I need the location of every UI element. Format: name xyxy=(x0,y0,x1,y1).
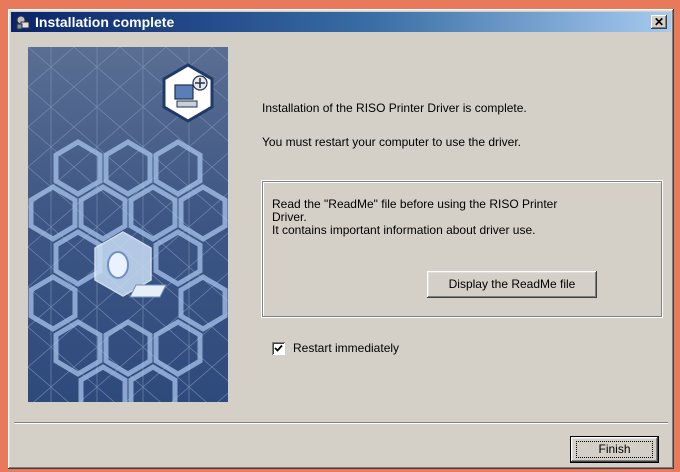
installation-dialog: Installation complete ✕ Installation of … xyxy=(8,9,674,469)
readme-line-3: It contains important information about … xyxy=(272,223,536,237)
computer-plus-icon xyxy=(162,63,214,123)
restart-checkbox-label[interactable]: Restart immediately xyxy=(293,341,399,355)
close-icon: ✕ xyxy=(653,15,665,29)
setup-icon xyxy=(16,15,30,30)
finish-button-label: Finish xyxy=(598,442,631,456)
install-complete-message: Installation of the RISO Printer Driver … xyxy=(262,101,527,115)
footer-divider xyxy=(14,422,668,424)
side-illustration xyxy=(28,47,228,402)
checkmark-icon xyxy=(274,344,283,352)
close-button[interactable]: ✕ xyxy=(651,15,667,29)
hexagon-pattern xyxy=(28,47,228,402)
display-readme-button[interactable]: Display the ReadMe file xyxy=(427,271,597,298)
readme-line-1: Read the "ReadMe" file before using the … xyxy=(272,197,558,211)
window-title: Installation complete xyxy=(35,14,175,30)
readme-instructions: Read the "ReadMe" file before using the … xyxy=(272,198,602,237)
title-bar[interactable]: Installation complete ✕ xyxy=(11,12,671,32)
finish-button[interactable]: Finish xyxy=(571,437,658,462)
restart-required-message: You must restart your computer to use th… xyxy=(262,135,522,149)
restart-checkbox[interactable] xyxy=(272,342,285,355)
